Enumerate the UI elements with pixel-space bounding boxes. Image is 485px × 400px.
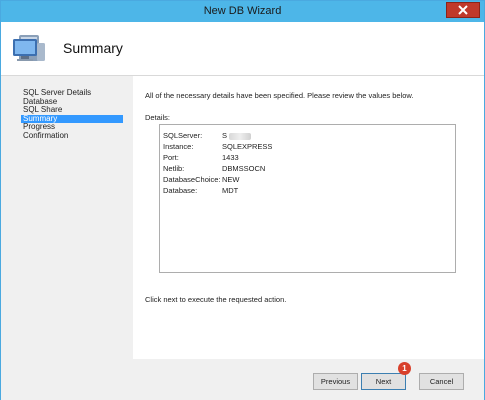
summary-panel: All of the necessary details have been s… (133, 76, 484, 359)
window-title: New DB Wizard (203, 5, 282, 17)
detail-value: 1433 (222, 153, 239, 162)
detail-value: SQLEXPRESS (222, 142, 273, 151)
step-badge: 1 (398, 362, 411, 375)
redacted-value (229, 132, 252, 140)
cancel-button[interactable]: Cancel (419, 373, 464, 390)
detail-key: SQLServer: (163, 131, 203, 140)
detail-value: NEW (222, 175, 240, 184)
intro-text: All of the necessary details have been s… (145, 91, 414, 100)
step-navigation: SQL Server Details Database SQL Share Su… (21, 88, 123, 141)
detail-key: Database: (163, 186, 198, 195)
computer-monitor-icon (13, 35, 45, 61)
detail-key: Port: (163, 153, 179, 162)
title-bar: New DB Wizard (1, 1, 484, 22)
close-icon (458, 5, 468, 15)
detail-value: MDT (222, 186, 239, 195)
detail-key: Netlib: (163, 164, 185, 173)
wizard-header: Summary (1, 22, 484, 75)
detail-key: DatabaseChoice: (163, 175, 221, 184)
footer-note: Click next to execute the requested acti… (145, 295, 287, 304)
detail-key: Instance: (163, 142, 194, 151)
wizard-body: SQL Server Details Database SQL Share Su… (1, 76, 484, 400)
next-button[interactable]: Next (361, 373, 406, 390)
details-box[interactable]: SQLServer: S Instance: SQLEXPRESS Port: … (159, 124, 456, 273)
page-title: Summary (63, 40, 123, 56)
button-bar: Previous Next Cancel 1 (133, 359, 484, 400)
close-button[interactable] (446, 2, 480, 18)
detail-value: DBMSSOCN (222, 164, 266, 173)
nav-item-confirmation[interactable]: Confirmation (21, 131, 123, 141)
details-label: Details: (145, 113, 171, 122)
wizard-window: New DB Wizard Summary SQL Server Details… (0, 0, 485, 400)
detail-value: S (222, 131, 252, 140)
previous-button[interactable]: Previous (313, 373, 358, 390)
